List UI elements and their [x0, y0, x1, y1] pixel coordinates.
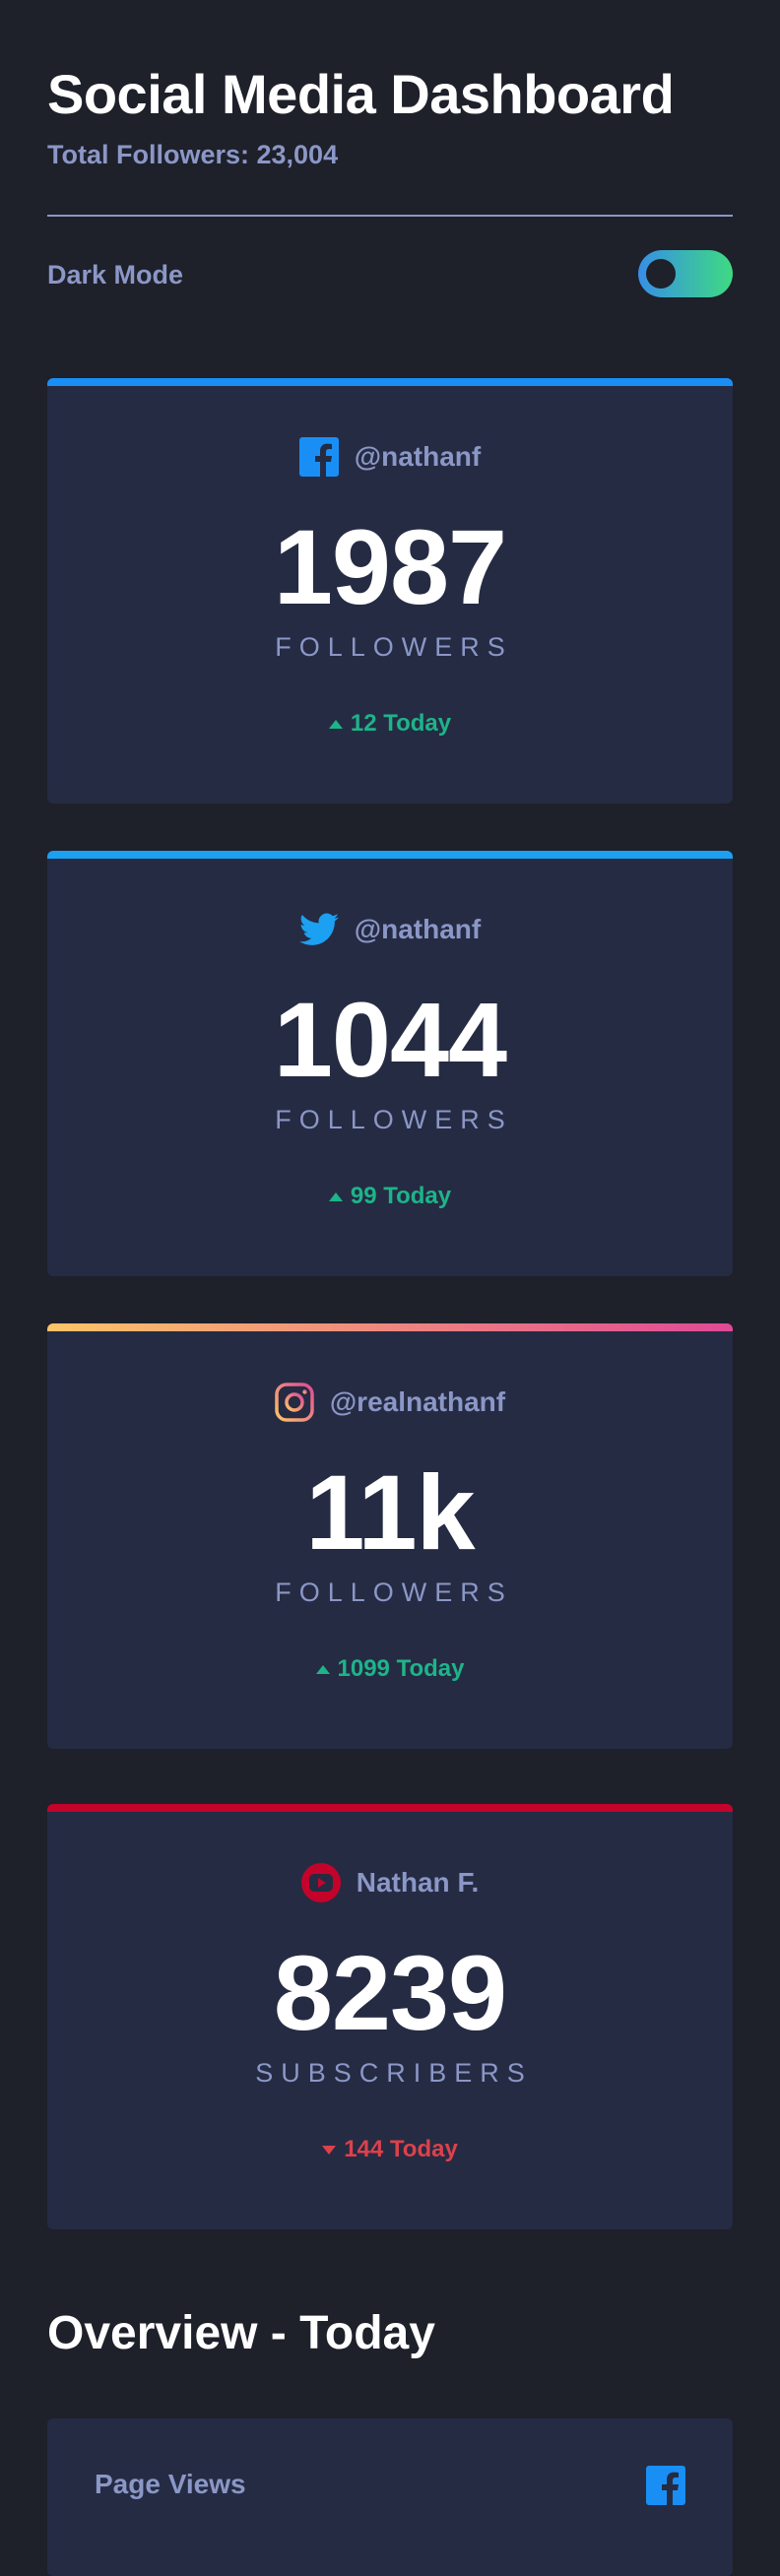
overview-title: Overview - Today: [47, 2307, 435, 2359]
arrow-up-icon: [315, 1664, 330, 1674]
arrow-down-icon: [322, 2145, 337, 2155]
daily-change: 1099 Today: [47, 1654, 733, 1684]
instagram-icon: [275, 1383, 314, 1422]
daily-change-text: 144 Today: [344, 2136, 458, 2162]
card-header: @realnathanf: [47, 1381, 733, 1424]
dark-mode-toggle[interactable]: [638, 250, 733, 297]
card-handle: @nathanf: [354, 914, 482, 944]
daily-change: 12 Today: [47, 709, 733, 739]
card-handle: Nathan F.: [356, 1867, 480, 1898]
facebook-icon: [646, 2466, 685, 2505]
twitter-card[interactable]: @nathanf 1044 FOLLOWERS 99 Today: [47, 851, 733, 1276]
card-header: @nathanf: [47, 908, 733, 951]
daily-change-text: 1099 Today: [337, 1655, 465, 1682]
youtube-icon: [300, 1863, 341, 1902]
daily-change-text: 99 Today: [350, 1183, 452, 1209]
dark-mode-label: Dark Mode: [47, 260, 184, 290]
follower-count: 11k: [305, 1452, 475, 1572]
daily-change-text: 12 Today: [350, 710, 452, 737]
count-unit: SUBSCRIBERS: [255, 2058, 533, 2088]
overview-card-label: Page Views: [95, 2469, 246, 2499]
arrow-up-icon: [328, 1191, 343, 1201]
count-unit: FOLLOWERS: [275, 632, 513, 662]
toggle-knob: [646, 259, 676, 289]
count-unit: FOLLOWERS: [275, 1105, 513, 1134]
arrow-up-icon: [328, 719, 343, 729]
card-handle: @nathanf: [354, 441, 482, 472]
total-followers: Total Followers: 23,004: [47, 140, 339, 169]
follower-count: 1044: [273, 980, 507, 1099]
header-divider: [47, 215, 733, 217]
facebook-card[interactable]: @nathanf 1987 FOLLOWERS 12 Today: [47, 378, 733, 804]
card-accent-bar: [47, 1323, 733, 1331]
subscriber-count: 8239: [273, 1933, 507, 2052]
daily-change: 99 Today: [47, 1182, 733, 1211]
card-accent-bar: [47, 1804, 733, 1812]
count-unit: FOLLOWERS: [275, 1578, 513, 1607]
dashboard-page: Social Media Dashboard Total Followers: …: [0, 0, 780, 2576]
page-title: Social Media Dashboard: [47, 63, 675, 125]
overview-card-page-views[interactable]: Page Views: [47, 2418, 733, 2576]
card-accent-bar: [47, 378, 733, 386]
facebook-icon: [298, 437, 339, 477]
instagram-card[interactable]: @realnathanf 11k FOLLOWERS 1099 Today: [47, 1323, 733, 1749]
card-header: @nathanf: [47, 435, 733, 479]
card-header: Nathan F.: [47, 1861, 733, 1904]
youtube-card[interactable]: Nathan F. 8239 SUBSCRIBERS 144 Today: [47, 1804, 733, 2229]
card-handle: @realnathanf: [329, 1386, 506, 1417]
daily-change: 144 Today: [47, 2135, 733, 2164]
follower-count: 1987: [273, 507, 507, 626]
twitter-icon: [298, 913, 339, 945]
card-accent-bar: [47, 851, 733, 859]
